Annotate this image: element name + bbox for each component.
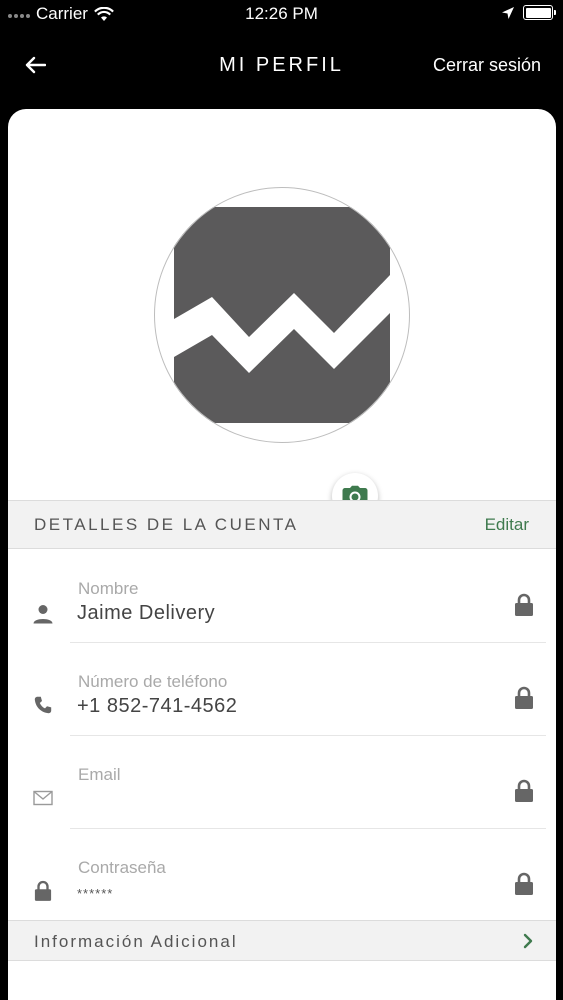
battery-icon	[523, 5, 556, 20]
field-label: Contraseña	[78, 858, 166, 877]
field-label: Nombre	[78, 579, 139, 598]
account-details-header: DETALLES DE LA CUENTA Editar	[8, 500, 556, 549]
section-title: DETALLES DE LA CUENTA	[34, 515, 299, 534]
field-name[interactable]: Nombre Jaime Delivery	[8, 550, 556, 643]
field-email[interactable]: Email	[8, 736, 556, 829]
field-label: Email	[78, 765, 121, 784]
lock-icon	[515, 686, 533, 709]
avatar[interactable]	[154, 187, 410, 519]
person-icon	[30, 601, 56, 627]
field-value: Jaime Delivery	[77, 602, 216, 624]
lock-icon	[515, 593, 533, 616]
status-time: 12:26 PM	[245, 4, 318, 23]
field-value: +1 852-741-4562	[77, 695, 238, 717]
profile-card: DETALLES DE LA CUENTA Editar Nombre Jaim…	[8, 109, 556, 1000]
field-label: Número de teléfono	[78, 672, 228, 691]
lock-icon	[30, 878, 56, 904]
additional-info-row[interactable]: Información Adicional	[8, 920, 556, 961]
lock-icon	[515, 872, 533, 895]
nav-bar: MI PERFIL Cerrar sesión	[0, 40, 563, 92]
edit-button[interactable]: Editar	[485, 515, 529, 535]
section-title: Información Adicional	[34, 932, 238, 951]
lock-icon	[515, 779, 533, 802]
status-right	[501, 5, 556, 20]
avatar-ring	[154, 187, 410, 443]
chevron-right-icon	[523, 933, 533, 949]
field-password[interactable]: Contraseña ******	[8, 829, 556, 922]
field-phone[interactable]: Número de teléfono +1 852-741-4562	[8, 643, 556, 736]
phone-icon	[30, 692, 56, 718]
status-bar: Carrier 12:26 PM	[0, 0, 563, 30]
field-value: ******	[77, 886, 114, 901]
logout-button[interactable]: Cerrar sesión	[433, 55, 541, 76]
location-arrow-icon	[502, 6, 514, 19]
mail-icon	[30, 785, 56, 811]
